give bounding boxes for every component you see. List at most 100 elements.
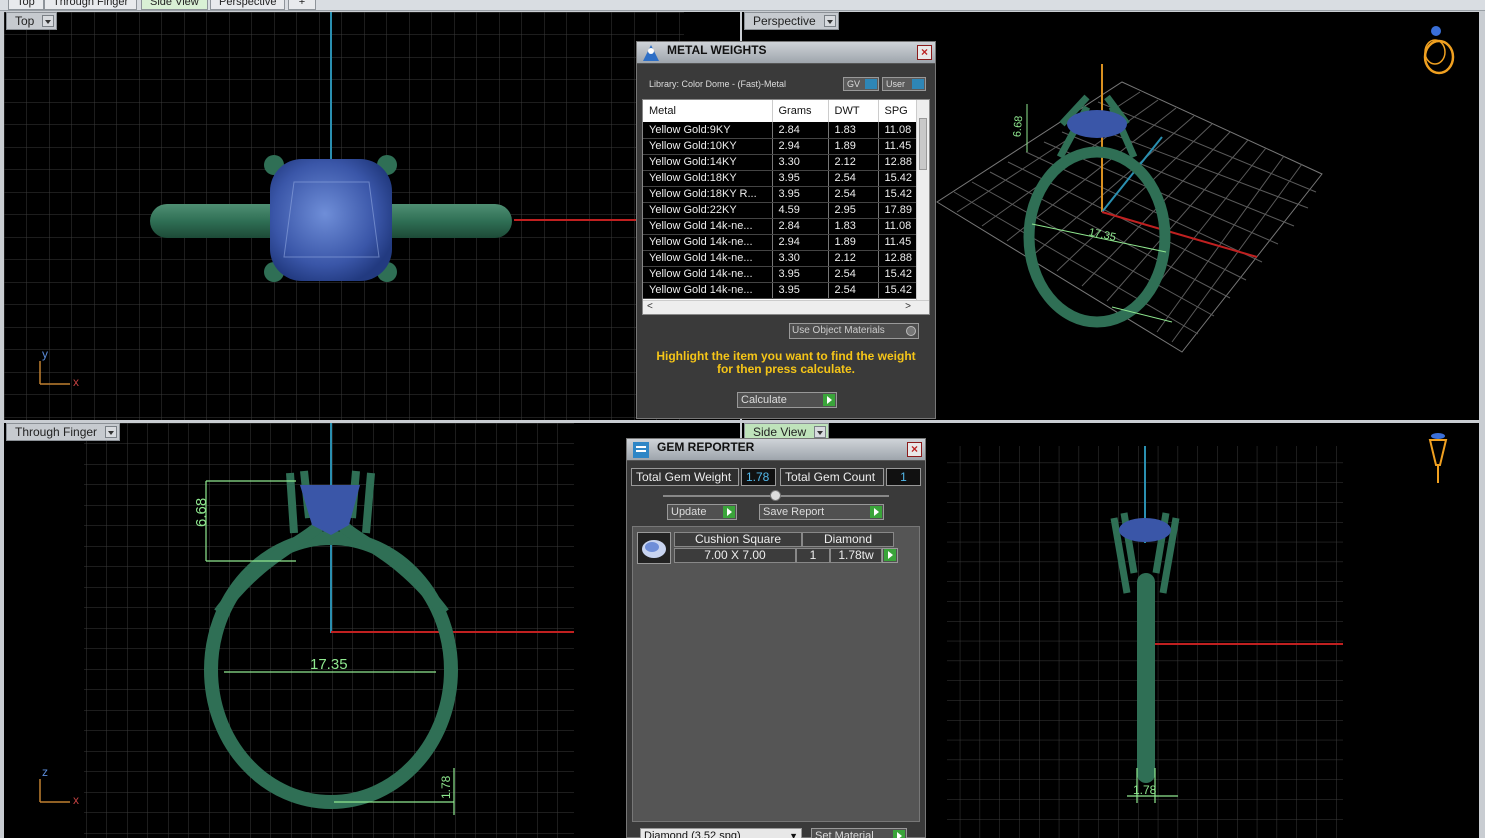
gem-count: 1 <box>796 548 830 563</box>
update-button[interactable]: Update <box>667 504 737 520</box>
tab-through-finger[interactable]: Through Finger <box>44 0 138 10</box>
chevron-down-icon[interactable] <box>814 426 827 438</box>
tab-side-view[interactable]: Side View <box>141 0 208 10</box>
toggle-indicator-icon <box>865 79 877 89</box>
close-icon[interactable]: × <box>917 45 932 60</box>
metal-weights-hint: Highlight the item you want to find the … <box>656 349 916 376</box>
gem-reporter-panel: GEM REPORTER × Total Gem Weight 1.78 Tot… <box>626 438 926 838</box>
calculate-button[interactable]: Calculate <box>737 392 837 408</box>
metal-cell: Yellow Gold 14k-ne... <box>643 218 773 235</box>
save-report-button[interactable]: Save Report <box>759 504 884 520</box>
toggle-indicator-icon <box>912 79 924 89</box>
table-row[interactable]: Yellow Gold:18KY R... 3.95 2.54 15.42 <box>643 186 919 203</box>
vertical-scrollbar[interactable] <box>916 100 929 302</box>
gem-shape: Cushion Square <box>674 532 802 547</box>
add-tab-button[interactable]: + <box>288 0 316 10</box>
dwt-cell: 2.54 <box>828 282 879 299</box>
axis-label-z: z <box>42 765 48 779</box>
top-view-canvas: y x <box>4 12 684 420</box>
material-select-value: Diamond (3.52 spg) <box>644 830 741 838</box>
spg-cell: 12.88 <box>878 250 919 267</box>
table-row[interactable]: Yellow Gold 14k-ne... 2.84 1.83 11.08 <box>643 218 919 235</box>
metal-cell: Yellow Gold 14k-ne... <box>643 266 773 283</box>
metal-table[interactable]: Metal Grams DWT SPG Yellow Gold:9KY 2.84 1… <box>642 99 930 315</box>
table-row[interactable]: Yellow Gold:22KY 4.59 2.95 17.89 <box>643 202 919 219</box>
dwt-cell: 2.95 <box>828 202 879 219</box>
col-spg[interactable]: SPG <box>878 100 919 122</box>
chevron-down-icon[interactable] <box>42 15 55 27</box>
viewport-through-finger-label[interactable]: Through Finger <box>6 423 121 441</box>
col-dwt[interactable]: DWT <box>828 100 879 122</box>
tab-perspective[interactable]: Perspective <box>210 0 286 10</box>
horizontal-scrollbar[interactable]: < > <box>643 300 929 314</box>
use-object-materials-checkbox[interactable]: Use Object Materials <box>789 323 919 339</box>
dimension-diameter: 17.35 <box>310 656 348 673</box>
gem-detail-button[interactable] <box>882 548 898 563</box>
gem-list[interactable]: Cushion Square Diamond 7.00 X 7.00 1 1.7… <box>632 526 920 822</box>
gv-toggle[interactable]: GV <box>843 77 879 91</box>
axis-label-x: x <box>73 375 79 389</box>
scroll-thumb[interactable] <box>919 118 927 170</box>
table-row[interactable]: Yellow Gold:18KY 3.95 2.54 15.42 <box>643 170 919 187</box>
gem-size: 7.00 X 7.00 <box>674 548 796 563</box>
table-row[interactable]: Yellow Gold 14k-ne... 3.95 2.54 15.42 <box>643 266 919 283</box>
ring-shank-side <box>1137 573 1155 783</box>
dimension-height: 6.68 <box>193 498 210 527</box>
viewport-perspective-label[interactable]: Perspective <box>744 12 839 30</box>
dwt-cell: 2.12 <box>828 154 879 171</box>
save-report-label: Save Report <box>763 506 825 518</box>
chevron-down-icon[interactable] <box>823 15 836 27</box>
col-metal[interactable]: Metal <box>643 100 773 122</box>
metal-cell: Yellow Gold:18KY R... <box>643 186 773 203</box>
table-row[interactable]: Yellow Gold 14k-ne... 2.94 1.89 11.45 <box>643 234 919 251</box>
metal-weights-title: METAL WEIGHTS <box>667 43 767 57</box>
material-select[interactable]: Diamond (3.52 spg) ▼ <box>640 828 802 838</box>
table-row[interactable]: Yellow Gold 14k-ne... 3.30 2.12 12.88 <box>643 250 919 267</box>
play-icon <box>893 830 905 838</box>
metal-cell: Yellow Gold:18KY <box>643 170 773 187</box>
scroll-left-icon[interactable]: < <box>647 301 653 312</box>
report-slider[interactable] <box>663 490 889 501</box>
app-window: Top Through Finger Side View Perspective… <box>0 0 1485 838</box>
spg-cell: 15.42 <box>878 266 919 283</box>
total-gem-weight-label: Total Gem Weight <box>631 468 739 486</box>
set-material-button[interactable]: Set Material <box>811 828 907 838</box>
dwt-cell: 1.83 <box>828 122 879 139</box>
metal-cell: Yellow Gold 14k-ne... <box>643 250 773 267</box>
metal-weights-titlebar[interactable]: METAL WEIGHTS × <box>637 42 935 64</box>
gv-toggle-label: GV <box>847 79 861 89</box>
dwt-cell: 1.89 <box>828 138 879 155</box>
spg-cell: 15.42 <box>878 170 919 187</box>
spg-cell: 15.42 <box>878 186 919 203</box>
axis-label-x: x <box>73 793 79 807</box>
viewport-top[interactable]: Top y x <box>4 12 740 420</box>
library-label: Library: Color Dome - (Fast)-Metal <box>649 79 787 89</box>
viewport-through-finger-title: Through Finger <box>15 425 98 439</box>
spg-cell: 17.89 <box>878 202 919 219</box>
scroll-right-icon[interactable]: > <box>905 301 911 312</box>
dwt-cell: 2.12 <box>828 250 879 267</box>
grams-cell: 3.95 <box>772 186 829 203</box>
gem-reporter-titlebar[interactable]: GEM REPORTER × <box>627 439 925 461</box>
viewport-top-label[interactable]: Top <box>6 12 58 30</box>
tab-top[interactable]: Top <box>8 0 44 10</box>
dwt-cell: 2.54 <box>828 266 879 283</box>
slider-knob[interactable] <box>770 490 781 501</box>
dimension-thickness: 1.78 <box>1133 783 1157 797</box>
table-row[interactable]: Yellow Gold 14k-ne... 3.95 2.54 15.42 <box>643 282 919 299</box>
col-grams[interactable]: Grams <box>772 100 829 122</box>
viewport-side-view-title: Side View <box>753 425 807 439</box>
table-row[interactable]: Yellow Gold:10KY 2.94 1.89 11.45 <box>643 138 919 155</box>
set-material-label: Set Material <box>815 830 874 838</box>
close-icon[interactable]: × <box>907 442 922 457</box>
viewport-top-title: Top <box>15 14 35 28</box>
user-toggle[interactable]: User <box>882 77 926 91</box>
table-row[interactable]: Yellow Gold:14KY 3.30 2.12 12.88 <box>643 154 919 171</box>
spg-cell: 11.08 <box>878 122 919 139</box>
chevron-down-icon[interactable] <box>105 426 118 438</box>
grams-cell: 3.95 <box>772 282 829 299</box>
play-icon <box>870 506 882 518</box>
table-row[interactable]: Yellow Gold:9KY 2.84 1.83 11.08 <box>643 122 919 139</box>
play-icon <box>884 549 896 561</box>
radio-icon <box>906 326 916 336</box>
